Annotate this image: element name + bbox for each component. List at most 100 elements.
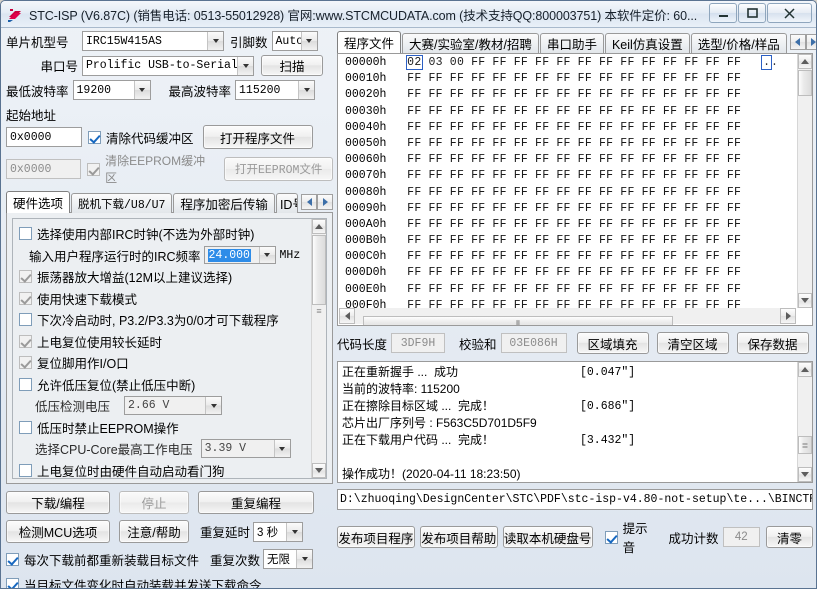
stop-button[interactable]: 停止 — [119, 491, 189, 514]
mcu-model-combo[interactable]: IRC15W415AS — [82, 31, 224, 51]
hex-byte[interactable]: FF — [684, 234, 698, 247]
hex-byte[interactable]: FF — [492, 105, 506, 118]
hex-byte[interactable]: FF — [407, 266, 421, 279]
option-disable-eeprom-low-voltage[interactable]: 低压时禁止EEPROM操作 — [19, 417, 308, 439]
hex-byte[interactable]: FF — [706, 121, 720, 134]
hex-byte[interactable]: FF — [642, 72, 656, 85]
pin-count-combo[interactable]: Auto — [271, 31, 318, 51]
hex-byte[interactable]: FF — [642, 169, 656, 182]
hex-byte[interactable]: FF — [578, 121, 592, 134]
hex-byte[interactable]: FF — [578, 88, 592, 101]
hex-byte[interactable]: FF — [450, 202, 464, 215]
hex-byte[interactable]: FF — [514, 218, 528, 231]
hex-byte[interactable]: FF — [706, 283, 720, 296]
hex-byte[interactable]: FF — [578, 72, 592, 85]
hex-byte[interactable]: FF — [450, 153, 464, 166]
hex-byte[interactable]: FF — [620, 234, 634, 247]
hex-byte[interactable]: FF — [514, 234, 528, 247]
hex-byte[interactable]: FF — [492, 88, 506, 101]
hex-byte[interactable]: FF — [706, 105, 720, 118]
chevron-down-icon[interactable] — [258, 247, 275, 264]
hex-byte[interactable]: FF — [642, 186, 656, 199]
hex-byte[interactable]: FF — [471, 72, 485, 85]
hex-byte[interactable]: 02 — [406, 55, 423, 70]
hex-byte[interactable]: FF — [556, 266, 570, 279]
hex-byte[interactable]: FF — [514, 186, 528, 199]
hex-byte[interactable]: FF — [514, 121, 528, 134]
hex-byte[interactable]: FF — [642, 202, 656, 215]
hex-byte[interactable]: FF — [706, 137, 720, 150]
hex-byte[interactable]: FF — [471, 283, 485, 296]
hex-byte[interactable]: FF — [684, 169, 698, 182]
hex-byte[interactable]: FF — [599, 218, 613, 231]
hex-byte[interactable]: FF — [599, 72, 613, 85]
hex-byte[interactable]: FF — [556, 218, 570, 231]
hex-byte[interactable]: FF — [706, 266, 720, 279]
hex-byte[interactable]: FF — [599, 56, 613, 69]
hex-byte[interactable]: FF — [706, 169, 720, 182]
hex-byte[interactable]: FF — [450, 186, 464, 199]
hex-byte[interactable]: FF — [684, 121, 698, 134]
hex-byte[interactable]: FF — [642, 88, 656, 101]
hex-byte[interactable]: FF — [428, 299, 442, 308]
hex-byte[interactable]: FF — [578, 250, 592, 263]
hex-byte[interactable]: FF — [706, 153, 720, 166]
tab-id-number[interactable]: ID号 — [275, 193, 298, 213]
hex-byte[interactable]: FF — [578, 266, 592, 279]
hex-byte[interactable]: FF — [599, 137, 613, 150]
hex-byte[interactable]: FF — [599, 121, 613, 134]
hex-byte[interactable]: FF — [599, 234, 613, 247]
chevron-down-icon[interactable] — [273, 440, 290, 458]
hex-byte[interactable]: FF — [535, 88, 549, 101]
hex-byte[interactable]: FF — [492, 121, 506, 134]
hex-byte[interactable]: FF — [450, 137, 464, 150]
hex-byte[interactable]: FF — [727, 266, 741, 279]
hex-byte[interactable]: FF — [727, 105, 741, 118]
hex-byte[interactable]: FF — [578, 137, 592, 150]
hex-byte[interactable]: FF — [706, 186, 720, 199]
hex-byte[interactable]: FF — [599, 169, 613, 182]
tab-encrypted-transfer[interactable]: 程序加密后传输 — [173, 193, 275, 213]
com-port-combo[interactable]: Prolific USB-to-Serial Comm P — [82, 55, 254, 76]
hex-byte[interactable]: 00 — [450, 56, 464, 69]
scroll-up-button[interactable] — [798, 54, 812, 69]
clear-area-button[interactable]: 清空区域 — [656, 332, 729, 354]
chevron-down-icon[interactable] — [237, 56, 253, 75]
hex-byte[interactable]: FF — [578, 202, 592, 215]
hex-byte[interactable]: FF — [663, 299, 677, 308]
log-output[interactable]: 正在重新握手 ... 成功 [0.047"] 当前的波特率: 115200 正在擦除目… — [337, 361, 813, 483]
eeprom-start-address-input[interactable]: 0x0000 — [6, 159, 82, 179]
hex-byte[interactable]: FF — [578, 153, 592, 166]
hex-byte[interactable]: FF — [642, 250, 656, 263]
scrollbar-thumb[interactable] — [798, 70, 812, 96]
hex-byte[interactable]: FF — [556, 121, 570, 134]
hex-byte[interactable]: FF — [471, 105, 485, 118]
hex-byte[interactable]: FF — [556, 202, 570, 215]
hex-byte[interactable]: FF — [706, 218, 720, 231]
hex-byte[interactable]: FF — [620, 153, 634, 166]
tab-scroll-right-button[interactable] — [805, 34, 816, 50]
hex-byte[interactable]: FF — [706, 88, 720, 101]
hex-byte[interactable]: FF — [450, 72, 464, 85]
hex-byte[interactable]: FF — [578, 218, 592, 231]
clear-code-buffer-checkbox[interactable]: 清除代码缓冲区 — [88, 128, 194, 147]
tab-scroll-left-button[interactable] — [301, 194, 317, 210]
hex-byte[interactable]: FF — [620, 283, 634, 296]
option-auto-watchdog[interactable]: 上电复位时由硬件自动启动看门狗 — [19, 460, 308, 478]
minimize-button[interactable] — [709, 3, 737, 23]
close-button[interactable] — [767, 3, 812, 23]
hex-byte[interactable]: FF — [727, 121, 741, 134]
hex-row[interactable]: 000D0h FF FF FF FF FF FF FF FF FF FF FF … — [339, 265, 796, 281]
hex-byte[interactable]: FF — [428, 234, 442, 247]
hex-byte[interactable]: FF — [556, 72, 570, 85]
hex-byte[interactable]: FF — [428, 169, 442, 182]
hex-byte[interactable]: FF — [620, 218, 634, 231]
chevron-down-icon[interactable] — [300, 32, 317, 50]
hex-byte[interactable]: FF — [556, 299, 570, 308]
hex-byte[interactable]: FF — [578, 105, 592, 118]
hex-byte[interactable]: FF — [663, 153, 677, 166]
hex-row[interactable]: 00070h FF FF FF FF FF FF FF FF FF FF FF … — [339, 168, 796, 184]
hex-byte[interactable]: FF — [642, 137, 656, 150]
clear-count-button[interactable]: 清零 — [766, 526, 814, 548]
hex-byte[interactable]: FF — [663, 88, 677, 101]
